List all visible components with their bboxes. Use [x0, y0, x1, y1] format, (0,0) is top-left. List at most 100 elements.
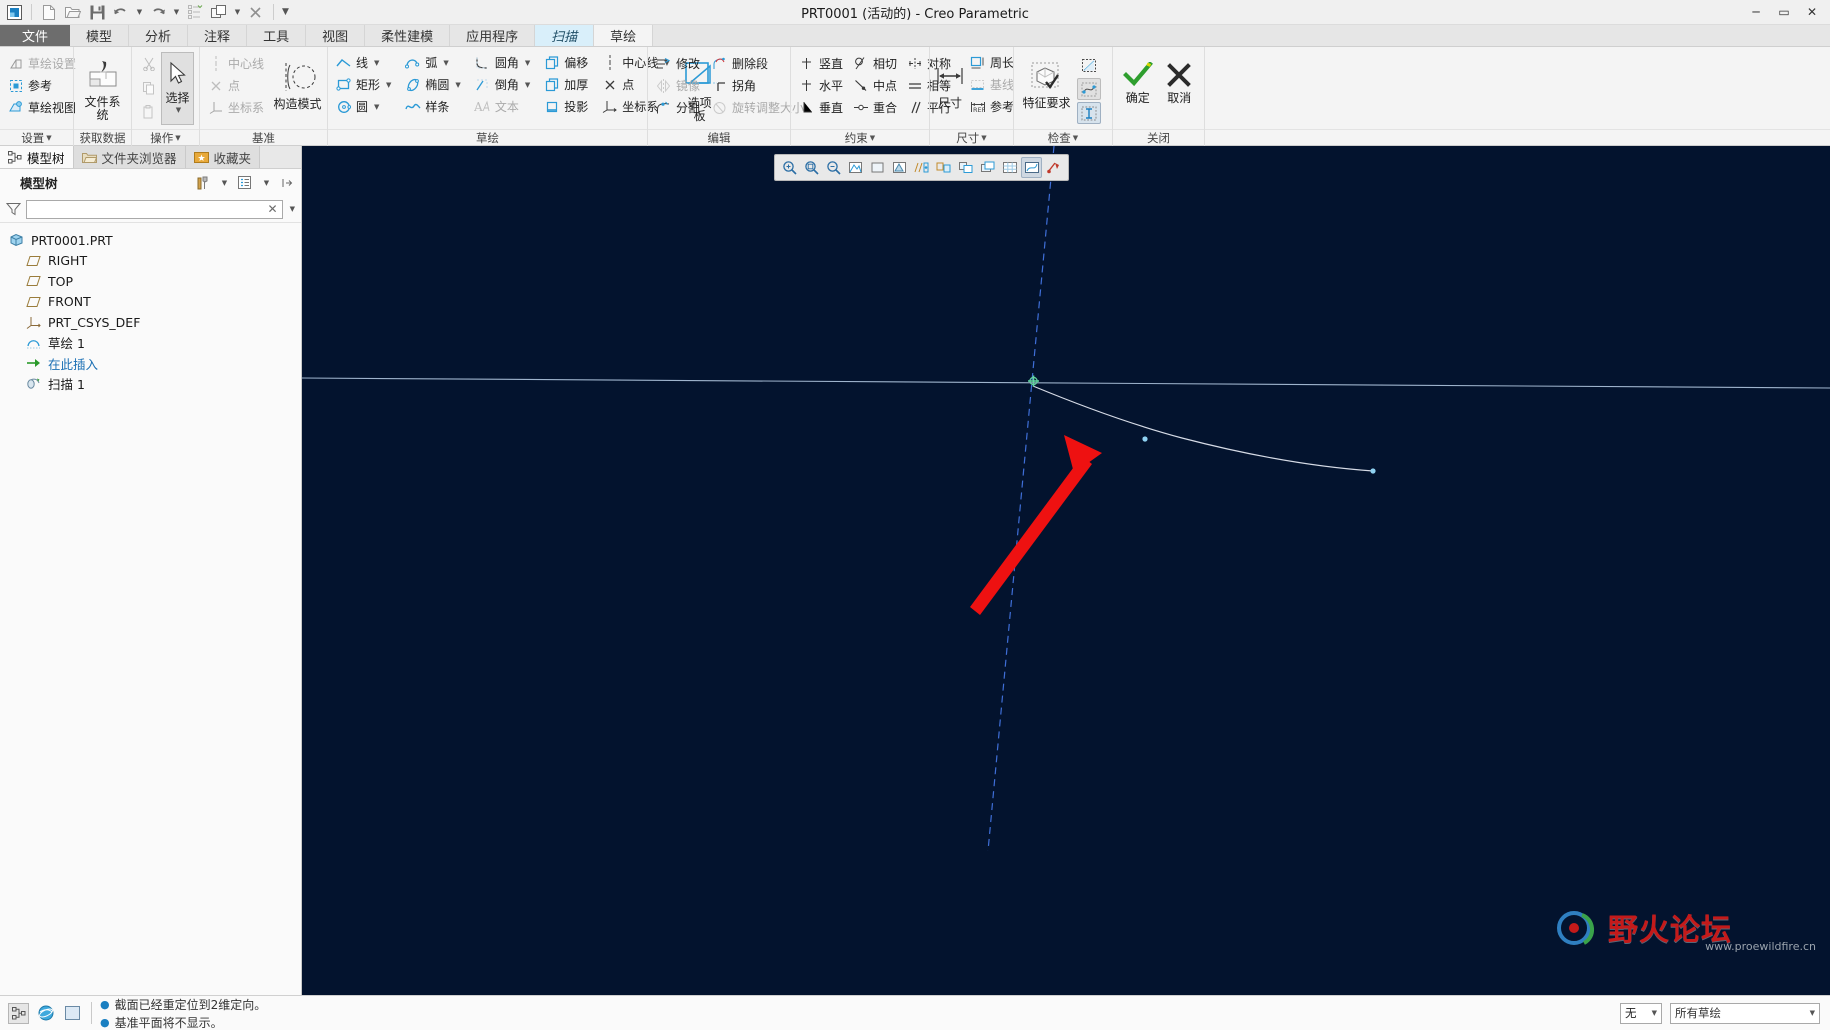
selection-count-combo[interactable]: 无 ▼	[1620, 1002, 1662, 1024]
tab-flexible-modeling[interactable]: 柔性建模	[365, 25, 451, 46]
graphics-window[interactable]: 野火论坛 www.proewildfire.cn	[302, 146, 1830, 995]
button-arc[interactable]: 弧 ▼	[402, 52, 465, 73]
spin-center-icon[interactable]	[955, 157, 976, 178]
undo-caret-icon[interactable]: ▼	[134, 8, 145, 16]
saved-views-icon[interactable]	[889, 157, 910, 178]
button-highlight-open-ends[interactable]	[1077, 78, 1101, 100]
window-switch-icon[interactable]	[208, 2, 230, 23]
group-label-operations[interactable]: 操作 ▼	[132, 129, 199, 146]
zoom-in-icon[interactable]	[779, 157, 800, 178]
button-datum-centerline[interactable]: 中心线	[205, 53, 269, 74]
button-project[interactable]: 投影	[541, 96, 593, 117]
tab-view[interactable]: 视图	[306, 25, 366, 46]
maximize-button[interactable]: ▭	[1770, 5, 1798, 19]
collapse-icon[interactable]	[278, 174, 295, 192]
tab-model[interactable]: 模型	[70, 25, 130, 46]
button-chamfer[interactable]: 倒角 ▼	[472, 74, 535, 95]
redo-caret-icon[interactable]: ▼	[171, 8, 182, 16]
tab-file[interactable]: 文件	[0, 25, 71, 46]
button-ok[interactable]: 确定	[1118, 55, 1158, 123]
model-tree-toggle-icon[interactable]	[8, 1002, 29, 1024]
fillet-caret-icon[interactable]: ▼	[525, 59, 530, 67]
button-coincident[interactable]: 重合	[850, 97, 902, 118]
sketch-orientation-icon[interactable]	[1043, 157, 1064, 178]
line-caret-icon[interactable]: ▼	[374, 59, 379, 67]
button-baseline[interactable]: 基线	[967, 74, 1019, 95]
button-line[interactable]: 线 ▼	[333, 52, 396, 73]
tree-item-csys[interactable]: PRT_CSYS_DEF	[0, 312, 301, 333]
button-datum-csys[interactable]: 坐标系	[205, 97, 269, 118]
minimize-button[interactable]: ─	[1742, 5, 1770, 19]
button-sketch-setup[interactable]: 草绘设置	[5, 53, 81, 74]
display-style-icon[interactable]	[867, 157, 888, 178]
layer-display-icon[interactable]	[977, 157, 998, 178]
tree-item-right[interactable]: RIGHT	[0, 251, 301, 272]
filter-clear-icon[interactable]: ✕	[268, 202, 278, 216]
tree-item-sketch1[interactable]: 草绘 1	[0, 333, 301, 354]
ellipse-caret-icon[interactable]: ▼	[455, 81, 460, 89]
button-feature-requirements[interactable]: 特征要求	[1019, 52, 1074, 128]
tab-tools[interactable]: 工具	[247, 25, 307, 46]
button-perimeter[interactable]: 周长	[967, 52, 1019, 73]
button-vertical[interactable]: 竖直	[796, 53, 848, 74]
button-paste[interactable]	[137, 100, 161, 123]
button-fillet[interactable]: 圆角 ▼	[472, 52, 535, 73]
zoom-out-icon[interactable]	[823, 157, 844, 178]
button-ellipse[interactable]: 椭圆 ▼	[402, 74, 465, 95]
button-divide[interactable]: 分割	[653, 97, 705, 118]
tab-folder-browser[interactable]: 文件夹浏览器	[73, 146, 186, 168]
button-horizontal[interactable]: 水平	[796, 75, 848, 96]
tree-tools-caret-icon[interactable]: ▼	[216, 174, 233, 192]
regenerate-icon[interactable]	[184, 2, 206, 23]
button-dimension[interactable]: 尺寸	[935, 52, 965, 128]
new-file-icon[interactable]	[38, 2, 60, 23]
annotation-display-icon[interactable]	[933, 157, 954, 178]
repaint-icon[interactable]	[845, 157, 866, 178]
button-overlapping-geometry[interactable]	[1077, 102, 1101, 124]
open-file-icon[interactable]	[62, 2, 84, 23]
tree-display-caret-icon[interactable]: ▼	[258, 174, 275, 192]
app-logo-icon[interactable]	[3, 2, 25, 23]
close-button[interactable]: ✕	[1798, 5, 1826, 19]
model-tree-filter-input[interactable]: ✕	[26, 199, 283, 219]
button-mirror[interactable]: 镜像	[653, 75, 705, 96]
window-switch-caret-icon[interactable]: ▼	[232, 8, 243, 16]
selection-filter-combo[interactable]: 所有草绘 ▼	[1670, 1002, 1820, 1024]
arc-caret-icon[interactable]: ▼	[443, 59, 448, 67]
sketch-display-icon[interactable]	[1021, 157, 1042, 178]
button-offset[interactable]: 偏移	[541, 52, 593, 73]
circle-caret-icon[interactable]: ▼	[374, 103, 379, 111]
button-construction-mode[interactable]: 构造模式	[273, 53, 322, 129]
button-midpoint[interactable]: 中点	[850, 75, 902, 96]
datum-display-icon[interactable]	[911, 157, 932, 178]
undo-icon[interactable]	[110, 2, 132, 23]
button-shade-closed-loop[interactable]	[1077, 54, 1101, 76]
button-spline[interactable]: 样条	[402, 96, 465, 117]
filter-options-caret-icon[interactable]: ▼	[290, 205, 295, 213]
tab-analysis[interactable]: 分析	[129, 25, 189, 46]
button-perpendicular[interactable]: 垂直	[796, 97, 848, 118]
button-thicken[interactable]: 加厚	[541, 74, 593, 95]
button-cut[interactable]	[137, 52, 161, 75]
tab-model-tree[interactable]: 模型树	[0, 146, 74, 168]
browser-toggle-icon[interactable]	[35, 1003, 56, 1024]
group-label-inspect[interactable]: 检查 ▼	[1014, 129, 1112, 146]
tree-display-icon[interactable]	[236, 174, 253, 192]
tree-item-insert-here[interactable]: 在此插入	[0, 353, 301, 374]
graphics-window-toggle-icon[interactable]	[62, 1003, 83, 1024]
selection-filter-caret-icon[interactable]: ▼	[1810, 1009, 1815, 1017]
button-reference-dim[interactable]: REF 参考	[967, 96, 1019, 117]
button-modify[interactable]: 修改	[653, 53, 705, 74]
filter-funnel-icon[interactable]	[6, 202, 21, 216]
tree-item-part[interactable]: PRT0001.PRT	[0, 230, 301, 251]
grid-display-icon[interactable]	[999, 157, 1020, 178]
group-label-dimension[interactable]: 尺寸 ▼	[930, 129, 1013, 146]
tree-tools-icon[interactable]	[194, 174, 211, 192]
tree-item-top[interactable]: TOP	[0, 271, 301, 292]
tree-item-front[interactable]: FRONT	[0, 292, 301, 313]
tab-applications[interactable]: 应用程序	[450, 25, 536, 46]
button-tangent[interactable]: 相切	[850, 53, 902, 74]
save-icon[interactable]	[86, 2, 108, 23]
refit-icon[interactable]	[801, 157, 822, 178]
close-window-icon[interactable]	[245, 2, 267, 23]
